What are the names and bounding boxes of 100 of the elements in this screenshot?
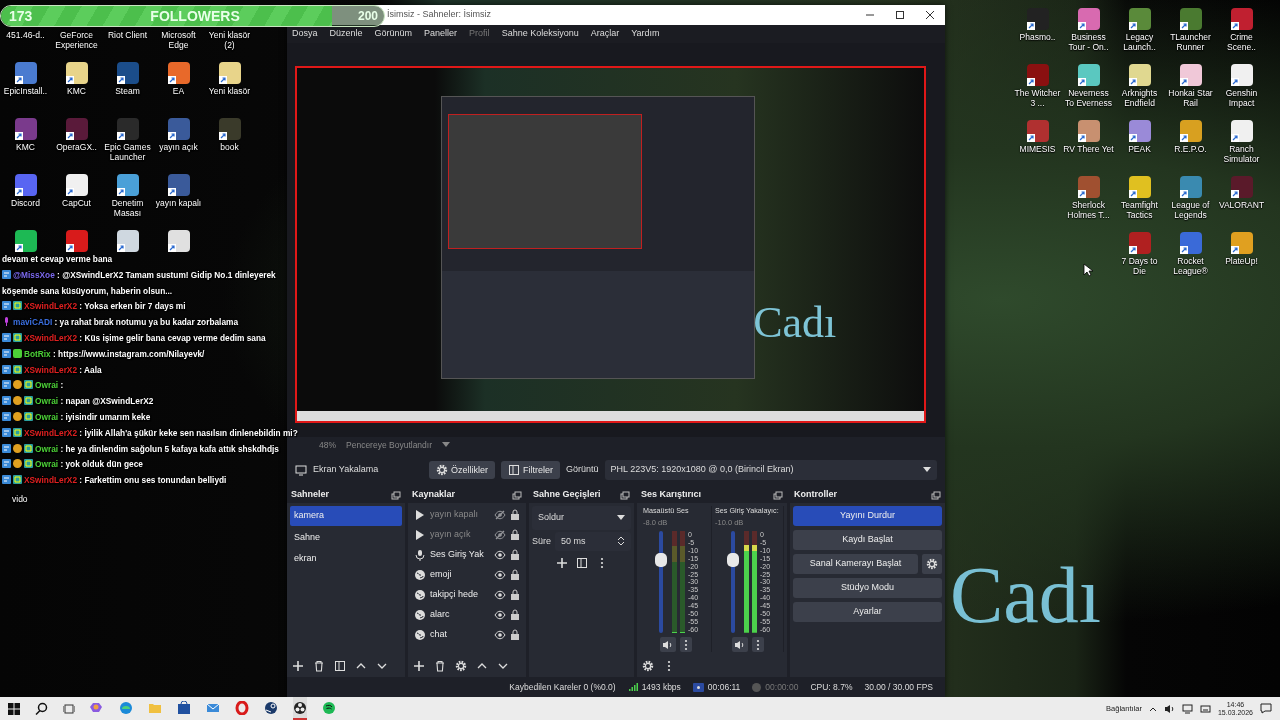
slider-thumb[interactable]	[726, 552, 739, 567]
lock-icon[interactable]	[510, 509, 520, 521]
icon-label[interactable]: Genshin Impact	[1216, 88, 1267, 109]
app-icon[interactable]	[65, 62, 88, 84]
add-icon[interactable]	[555, 557, 568, 569]
app-icon[interactable]	[1077, 120, 1100, 142]
transition-select[interactable]: Soldur	[532, 506, 631, 530]
icon-label[interactable]: Rocket League®	[1165, 256, 1216, 277]
icon-label[interactable]: Riot Client	[107, 30, 148, 41]
app-icon[interactable]	[116, 118, 139, 140]
icon-label[interactable]: MIMESIS	[1019, 144, 1056, 155]
app-icon[interactable]	[1179, 120, 1202, 142]
eye-slash-icon[interactable]	[494, 529, 506, 541]
speaker-icon[interactable]	[1163, 703, 1175, 714]
app-icon[interactable]	[1128, 8, 1151, 30]
app-icon[interactable]	[167, 230, 190, 252]
lock-icon[interactable]	[510, 569, 520, 581]
app-icon[interactable]	[65, 230, 88, 252]
lock-icon[interactable]	[510, 629, 520, 641]
app-icon[interactable]	[14, 62, 37, 84]
scene-item[interactable]: ekran	[290, 549, 402, 569]
icon-label[interactable]: Discord	[11, 198, 40, 209]
icon-label[interactable]: 451.46-d..	[6, 30, 45, 41]
icon-label[interactable]: yayın kapalı	[155, 198, 202, 209]
icon-label[interactable]: yayın açık	[159, 142, 198, 153]
icon-label[interactable]: Teamfight Tactics	[1114, 200, 1165, 221]
menu-item[interactable]: Araçlar	[590, 27, 620, 41]
app-icon[interactable]	[14, 118, 37, 140]
search-icon[interactable]	[35, 702, 48, 715]
eye-icon[interactable]	[494, 569, 506, 581]
eye-icon[interactable]	[494, 609, 506, 621]
dropdown-caret-icon[interactable]	[442, 442, 450, 448]
menu-item[interactable]: Dosya	[292, 27, 318, 41]
eye-icon[interactable]	[494, 549, 506, 561]
icon-label[interactable]: RV There Yet	[1063, 144, 1114, 155]
app-icon[interactable]	[65, 118, 88, 140]
icon-label[interactable]: Sherlock Holmes T...	[1063, 200, 1114, 221]
icon-label[interactable]: Yeni klasör	[208, 86, 251, 97]
source-item[interactable]: Ses Giriş Yak	[430, 548, 490, 562]
app-icon[interactable]	[1179, 232, 1202, 254]
icon-label[interactable]: League of Legends	[1165, 200, 1216, 221]
settings-icon[interactable]	[455, 660, 467, 672]
icon-label[interactable]: EpicInstall..	[3, 86, 48, 97]
icon-label[interactable]: R.E.P.O.	[1174, 144, 1207, 155]
icon-label[interactable]: VALORANT	[1218, 200, 1265, 211]
icon-label[interactable]: TLauncher Runner	[1165, 32, 1216, 53]
scene-item[interactable]: Sahne	[290, 527, 402, 547]
icon-label[interactable]: OperaGX..	[56, 142, 97, 153]
add-icon[interactable]	[292, 660, 304, 672]
app-icon[interactable]	[1128, 232, 1151, 254]
app-icon[interactable]	[218, 118, 241, 140]
undock-icon[interactable]	[620, 490, 630, 500]
properties-button[interactable]: Özellikler	[429, 461, 495, 479]
icon-label[interactable]: Ranch Simulator	[1216, 144, 1267, 165]
undock-icon[interactable]	[773, 490, 783, 500]
app-icon[interactable]	[14, 230, 37, 252]
add-icon[interactable]	[413, 660, 425, 672]
eye-icon[interactable]	[494, 629, 506, 641]
icon-label[interactable]: vido	[12, 494, 28, 505]
icon-label[interactable]: Honkai Star Rail	[1165, 88, 1216, 109]
icon-label[interactable]: Business Tour - On..	[1063, 32, 1114, 53]
source-item[interactable]: emoji	[430, 568, 490, 582]
icon-label[interactable]: KMC	[16, 142, 35, 153]
app-icon[interactable]	[1230, 232, 1253, 254]
close-icon[interactable]	[925, 10, 935, 20]
icon-label[interactable]: book	[220, 142, 239, 153]
source-item[interactable]: yayın kapalı	[430, 508, 490, 522]
menu-item[interactable]: Görünüm	[374, 27, 413, 41]
scene-item[interactable]: kamera	[290, 506, 402, 526]
app-icon[interactable]	[116, 174, 139, 196]
icon-label[interactable]: 7 Days to Die	[1114, 256, 1165, 277]
icon-label[interactable]: KMC	[67, 86, 86, 97]
menu-item[interactable]: Yardım	[631, 27, 660, 41]
app-icon[interactable]	[14, 174, 37, 196]
mute-button[interactable]	[731, 637, 748, 652]
icon-label[interactable]: Crime Scene..	[1216, 32, 1267, 53]
icon-label[interactable]: EA	[172, 86, 185, 97]
eye-icon[interactable]	[494, 589, 506, 601]
app-icon[interactable]	[1128, 120, 1151, 142]
lock-icon[interactable]	[510, 609, 520, 621]
icon-label[interactable]: PlateUp!	[1225, 256, 1258, 267]
app-icon[interactable]	[1026, 8, 1049, 30]
eye-slash-icon[interactable]	[494, 509, 506, 521]
network-icon[interactable]	[1181, 703, 1193, 714]
app-icon[interactable]	[167, 118, 190, 140]
icon-label[interactable]: Yeni klasör (2)	[204, 30, 255, 51]
menu-item[interactable]: Sahne Koleksiyonu	[501, 27, 579, 41]
windows-logo-icon[interactable]	[8, 702, 20, 715]
undock-icon[interactable]	[512, 490, 522, 500]
mute-button[interactable]	[659, 637, 676, 652]
menu-button[interactable]	[751, 637, 764, 652]
notification-icon[interactable]	[1260, 703, 1272, 714]
icon-label[interactable]: Steam	[115, 86, 140, 97]
icon-label[interactable]: Denetim Masası	[102, 198, 153, 219]
source-item[interactable]: chat	[430, 628, 490, 642]
icon-label[interactable]: Epic Games Launcher	[102, 142, 153, 163]
scale-mode-dropdown[interactable]: Pencereye Boyutlandır	[346, 438, 432, 452]
menu-button[interactable]	[679, 637, 692, 652]
caret-icon[interactable]	[1148, 705, 1157, 712]
icon-label[interactable]: CapCut	[62, 198, 91, 209]
